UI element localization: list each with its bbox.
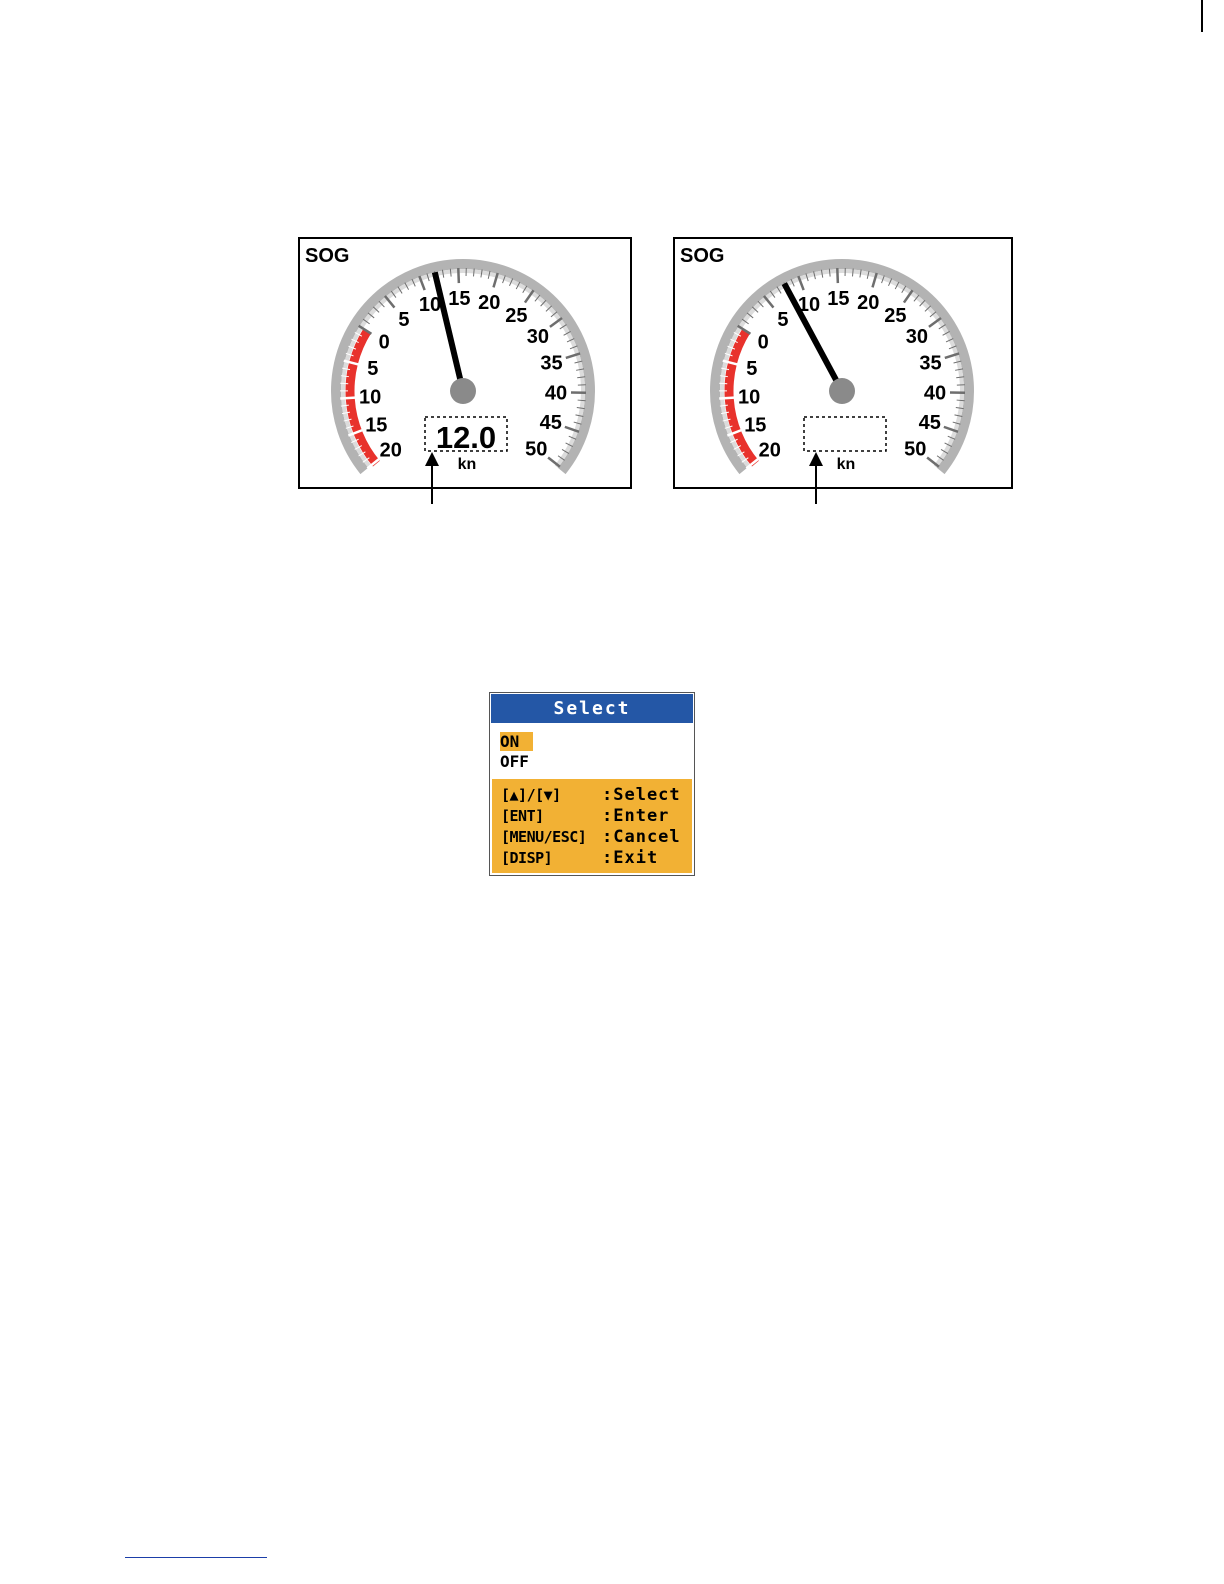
help-row-cancel: [MENU/ESC] :Cancel: [501, 827, 692, 848]
scale-label: 35: [919, 353, 941, 375]
scale-label: 15: [365, 415, 387, 437]
scale-label: 20: [380, 440, 402, 462]
dialog-options: ON OFF: [490, 723, 694, 777]
gauge-svg: SOG20151050510 15 20253035404550kn: [680, 245, 974, 475]
scale-label: 50: [904, 438, 926, 460]
callout-arrow-right: [809, 452, 823, 504]
unit-label: kn: [458, 456, 477, 473]
help-action: :Select: [602, 785, 681, 805]
help-action: :Exit: [602, 848, 659, 868]
scale-label: 40: [924, 382, 946, 404]
gauge-tick: [956, 399, 965, 402]
scale-label: 20: [857, 292, 879, 314]
scale-label: 35: [540, 353, 562, 375]
gauge-tick: [836, 268, 840, 284]
select-dialog: Select ON OFF [▲]/[▼] :Select [ENT] :Ent…: [489, 692, 695, 876]
gauge-svg: SOG20151050510 15 2025303540455012.0kn: [305, 245, 595, 475]
option-off-label: OFF: [500, 752, 529, 771]
help-key: [ENT]: [501, 807, 544, 825]
help-row-select: [▲]/[▼] :Select: [501, 785, 692, 806]
dialog-title: Select: [491, 694, 693, 723]
option-off[interactable]: OFF: [500, 752, 694, 772]
gauge-tick: [577, 399, 586, 402]
scale-label: 10: [738, 387, 760, 409]
scale-label: 0: [379, 332, 390, 354]
help-key: [▲]/[▼]: [501, 786, 561, 804]
scale-label: 5: [398, 309, 409, 331]
scale-label: 25: [884, 305, 906, 327]
help-row-enter: [ENT] :Enter: [501, 806, 692, 827]
speed-readout: 12.0: [436, 420, 496, 455]
unit-label: kn: [837, 456, 856, 473]
scale-label: 45: [919, 412, 941, 434]
gauge-tick: [457, 268, 461, 284]
gauge-tick: [340, 382, 349, 385]
scale-label: 5: [746, 358, 757, 380]
help-key: [DISP]: [501, 849, 553, 867]
scale-label: 30: [527, 326, 549, 348]
dialog-help: [▲]/[▼] :Select [ENT] :Enter [MENU/ESC] …: [492, 779, 692, 873]
scale-label: 10: [359, 387, 381, 409]
help-key: [MENU/ESC]: [501, 828, 587, 846]
gauge-hub: [450, 378, 476, 404]
gauge-title: SOG: [305, 245, 349, 267]
arrow-shaft: [431, 462, 433, 504]
scale-label: 20: [759, 440, 781, 462]
scale-label: 5: [367, 358, 378, 380]
gauge-tick: [340, 396, 356, 400]
readout-box: [803, 416, 887, 452]
scale-label: 15: [827, 288, 849, 310]
help-row-exit: [DISP] :Exit: [501, 848, 692, 869]
page-edge-line: [1201, 0, 1203, 32]
scale-label: 20: [478, 292, 500, 314]
option-on[interactable]: ON: [500, 732, 694, 752]
sog-gauge-right: SOG 20 15 10 5 0 5 10 15 20 25 30 35 40 45 50 kn: [673, 237, 1013, 489]
scale-label: 5: [777, 309, 788, 331]
scale-label: 25: [505, 305, 527, 327]
gauge-hub: [829, 378, 855, 404]
sog-gauge-left: SOG 20 15 10 5 0 5 10 15 20 25 30 35 40 45 50 12.0 kn: [298, 237, 632, 489]
help-action: :Cancel: [602, 827, 681, 847]
scale-label: 40: [545, 382, 567, 404]
gauge-title: SOG: [680, 245, 724, 267]
gauge-tick: [719, 396, 735, 400]
gauge-scale-labels: 20151050510 15 20253035404550: [738, 288, 946, 461]
help-action: :Enter: [602, 806, 670, 826]
arrow-shaft: [815, 462, 817, 504]
option-on-label: ON: [500, 732, 534, 751]
scale-label: 45: [540, 412, 562, 434]
scale-label: 15: [744, 415, 766, 437]
scale-label: 15: [448, 288, 470, 310]
callout-arrow-left: [425, 452, 439, 504]
scale-label: 50: [525, 438, 547, 460]
footer-link-rule: [125, 1557, 267, 1558]
scale-label: 30: [906, 326, 928, 348]
scale-label: 0: [758, 332, 769, 354]
gauge-tick: [719, 382, 728, 385]
